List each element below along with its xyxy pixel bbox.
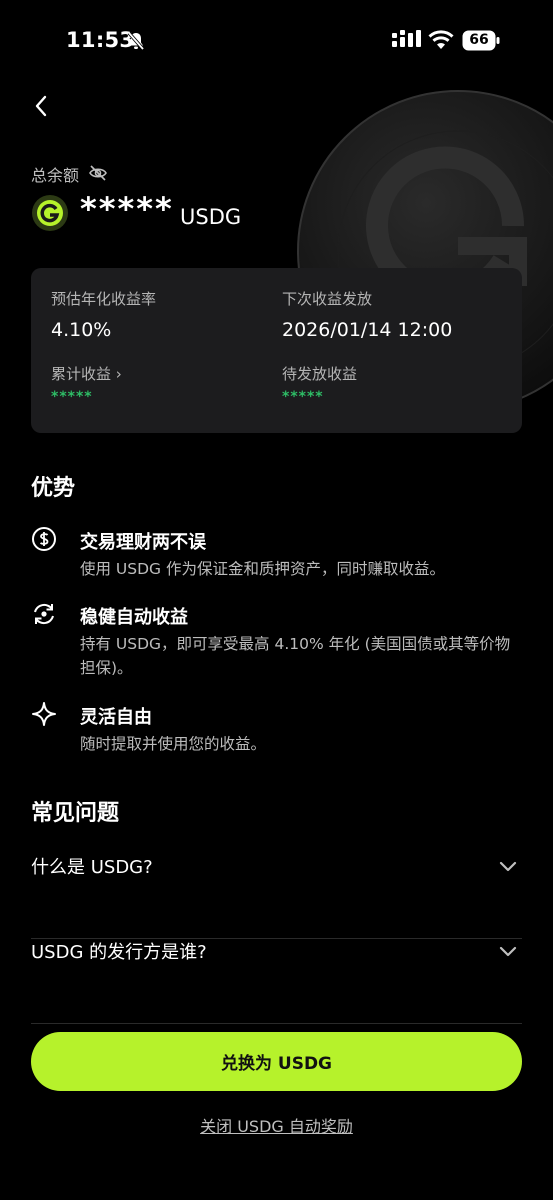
faq-item[interactable]: USDG 的发行方是谁? (31, 938, 522, 1024)
status-time: 11:53 (66, 28, 135, 52)
dollar-circle-icon (32, 527, 56, 551)
advantage-desc: 使用 USDG 作为保证金和质押资产，同时赚取收益。 (80, 560, 445, 578)
cumulative-earnings-link[interactable]: 累计收益 › (51, 363, 122, 384)
sparkle-icon (32, 702, 56, 726)
advantage-title: 灵活自由 (80, 707, 152, 728)
page: 11:53 66 总余额 ***** USDG 预估年化收益率 4.10% 下次… (0, 0, 553, 1200)
chevron-down-icon (499, 861, 517, 872)
usdg-logo-icon (32, 195, 68, 231)
refresh-eye-icon (34, 603, 54, 625)
convert-to-usdg-button[interactable]: 兑换为 USDG (31, 1032, 522, 1091)
balance-currency: USDG (180, 205, 242, 229)
advantages-title: 优势 (31, 476, 76, 501)
pending-earnings-value: ***** (282, 389, 324, 405)
chevron-down-icon (499, 946, 517, 957)
advantage-title: 稳健自动收益 (80, 607, 188, 628)
cumulative-earnings-value: ***** (51, 389, 93, 405)
battery-level: 66 (469, 32, 489, 48)
back-chevron-icon[interactable] (30, 92, 54, 120)
apy-value: 4.10% (51, 319, 112, 341)
apy-label: 预估年化收益率 (51, 290, 157, 308)
next-payout-value: 2026/01/14 12:00 (282, 319, 453, 341)
faq-item[interactable]: 什么是 USDG? (31, 853, 522, 939)
disable-auto-rewards-link[interactable]: 关闭 USDG 自动奖励 (0, 1113, 553, 1137)
battery-icon: 66 (462, 30, 500, 51)
advantage-desc: 随时提取并使用您的收益。 (80, 735, 267, 753)
advantage-desc: 持有 USDG，即可享受最高 4.10% 年化 (美国国债或其等价物担保)。 (80, 635, 511, 677)
faq-question: 什么是 USDG? (31, 857, 153, 878)
total-balance-label: 总余额 (31, 166, 80, 185)
faq-title: 常见问题 (31, 801, 120, 826)
signal-icon (392, 30, 421, 47)
next-payout-label: 下次收益发放 (282, 290, 373, 308)
bell-muted-icon (127, 31, 145, 51)
faq-question: USDG 的发行方是谁? (31, 942, 207, 963)
wifi-icon (428, 30, 454, 49)
pending-earnings-label: 待发放收益 (282, 365, 358, 383)
status-bar: 11:53 66 (0, 0, 553, 80)
eye-off-icon[interactable] (88, 164, 108, 182)
advantage-title: 交易理财两不误 (80, 532, 206, 553)
balance-value: ***** (80, 190, 174, 228)
earnings-card: 预估年化收益率 4.10% 下次收益发放 2026/01/14 12:00 累计… (31, 268, 522, 433)
